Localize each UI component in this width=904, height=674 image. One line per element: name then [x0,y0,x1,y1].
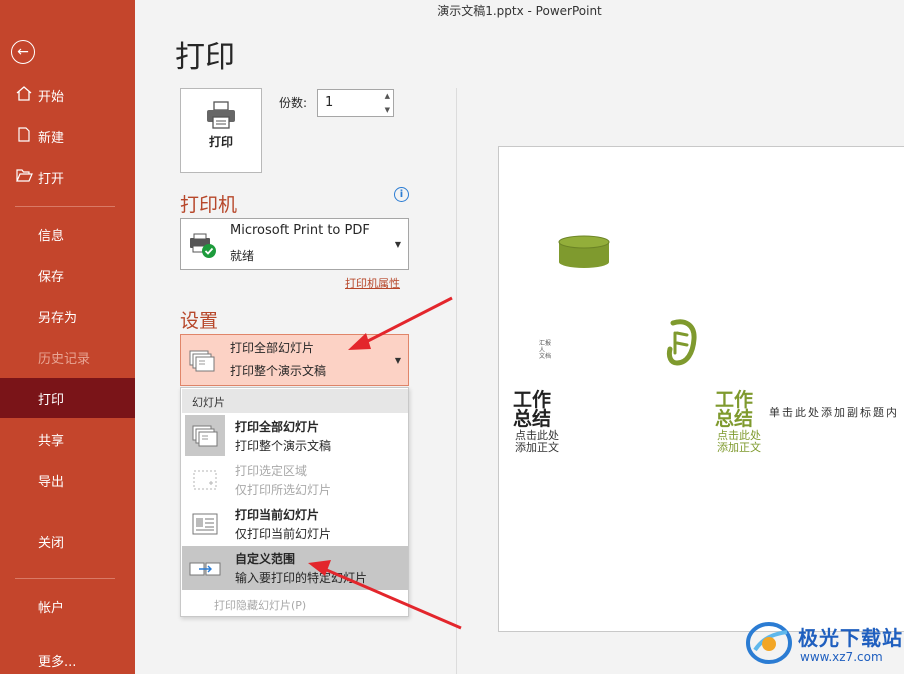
page-title: 打印 [175,40,235,75]
copies-label: 份数: [279,96,308,110]
decorative-glyph-shape [666,319,697,366]
sidebar-item-home[interactable]: 开始 [0,75,135,115]
option-title: 打印选定区域 [235,464,308,478]
slide-title-left: 工作 总结 [513,389,552,430]
window-title: 演示文稿1.pptx - PowerPoint [437,4,602,18]
sidebar-divider [15,578,115,579]
option-title: 打印当前幻灯片 [235,508,320,522]
folder-open-icon [15,168,33,186]
sidebar-item-label: 打印 [38,392,65,408]
all-slides-icon [189,350,215,372]
slide-range-dropdown: 幻灯片 打印全部幻灯片 打印整个演示文稿 打印选定区域 仅打印所选幻灯片 打印当… [180,387,409,617]
option-custom-range[interactable]: 自定义范围 输入要打印的特定幻灯片 [182,546,408,590]
slide-subtitle-left: 点击此处 添加正文 [515,429,559,455]
current-slide-icon [192,513,218,535]
sidebar-item-open[interactable]: 打开 [0,157,135,197]
sidebar-item-label: 共享 [38,433,65,449]
slide-subtitle-right: 点击此处 添加正文 [717,429,761,455]
print-button-label: 打印 [208,135,233,149]
option-print-current-slide[interactable]: 打印当前幻灯片 仅打印当前幻灯片 [182,502,408,546]
option-desc: 仅打印所选幻灯片 [235,483,332,497]
printer-status: 就绪 [230,249,255,263]
all-slides-icon [192,425,218,447]
sidebar-item-info[interactable]: 信息 [0,214,135,254]
slide-preview: 汇报人 文档 工作 总结 点击此处 添加正文 工作 总结 点击此处 添加正文 单… [498,146,904,632]
sidebar-item-label: 历史记录 [38,351,91,367]
sidebar-item-save[interactable]: 保存 [0,255,135,295]
option-desc: 输入要打印的特定幻灯片 [235,571,368,585]
sidebar-item-label: 帐户 [38,600,65,616]
arrow-left-icon: ← [17,44,29,60]
printer-icon [207,101,235,129]
chevron-down-icon: ▼ [394,356,401,365]
print-hidden-slides-option: 打印隐藏幻灯片(P) [214,599,307,612]
sidebar-item-label: 信息 [38,228,65,244]
option-title: 自定义范围 [235,552,296,566]
panel-divider [456,88,457,674]
backstage-sidebar: ← 开始 新建 打开 信息 保存 另存为 历史记录 打印 共享 导出 关闭 帐户… [0,0,135,674]
copies-value: 1 [325,95,334,110]
sidebar-item-label: 保存 [38,269,65,285]
selection-icon [193,470,217,490]
printer-select[interactable]: Microsoft Print to PDF 就绪 ▼ [180,218,409,270]
dropdown-header: 幻灯片 [182,389,408,413]
sidebar-item-label: 更多... [38,654,77,670]
sidebar-item-history: 历史记录 [0,337,135,377]
settings-section-title: 设置 [180,310,219,332]
sidebar-item-close[interactable]: 关闭 [0,521,135,561]
printer-name: Microsoft Print to PDF [230,223,370,238]
spin-down-icon[interactable]: ▼ [385,106,390,114]
back-button[interactable]: ← [11,40,35,64]
sidebar-item-label: 关闭 [38,535,65,551]
sidebar-item-label: 开始 [38,89,65,105]
option-print-selection: 打印选定区域 仅打印所选幻灯片 [182,458,408,502]
sidebar-divider [15,206,115,207]
chevron-down-icon: ▼ [394,240,401,249]
sidebar-item-label: 新建 [38,130,65,146]
option-desc: 打印整个演示文稿 [235,439,332,453]
printer-ready-icon [190,233,216,258]
sidebar-item-save-as[interactable]: 另存为 [0,296,135,336]
sidebar-item-more[interactable]: 更多... [0,640,135,674]
sidebar-item-label: 另存为 [38,310,78,326]
option-print-all-slides[interactable]: 打印全部幻灯片 打印整个演示文稿 [182,414,408,458]
slide-range-desc: 打印整个演示文稿 [230,364,327,378]
copies-input[interactable]: 1 ▲ ▼ [317,89,394,117]
sidebar-item-new[interactable]: 新建 [0,116,135,156]
sidebar-item-label: 导出 [38,474,65,490]
sidebar-item-share[interactable]: 共享 [0,419,135,459]
printer-properties-link[interactable]: 打印机属性 [345,275,400,291]
slide-range-select[interactable]: 打印全部幻灯片 打印整个演示文稿 ▼ [180,334,409,386]
option-desc: 仅打印当前幻灯片 [235,527,332,541]
home-icon [15,85,33,105]
cylinder-shape [558,235,610,268]
option-title: 打印全部幻灯片 [235,420,320,434]
watermark-url: www.xz7.com [800,650,883,664]
printer-section-title: 打印机 [180,194,238,216]
sidebar-item-label: 打开 [38,171,65,187]
sidebar-item-export[interactable]: 导出 [0,460,135,500]
sidebar-item-account[interactable]: 帐户 [0,586,135,626]
watermark-logo [746,622,792,664]
new-file-icon [15,126,33,146]
slide-subtitle-placeholder: 单击此处添加副标题内 [769,407,899,419]
sidebar-item-print[interactable]: 打印 [0,378,135,418]
custom-range-icon [189,562,221,576]
slide-small-text: 汇报人 文档 [539,340,552,361]
spin-up-icon[interactable]: ▲ [385,92,390,100]
slide-title-right: 工作 总结 [715,389,754,430]
slide-range-title: 打印全部幻灯片 [230,341,315,355]
print-button[interactable]: 打印 [180,88,262,173]
watermark-name: 极光下载站 [798,626,903,650]
info-icon[interactable]: i [394,187,409,202]
